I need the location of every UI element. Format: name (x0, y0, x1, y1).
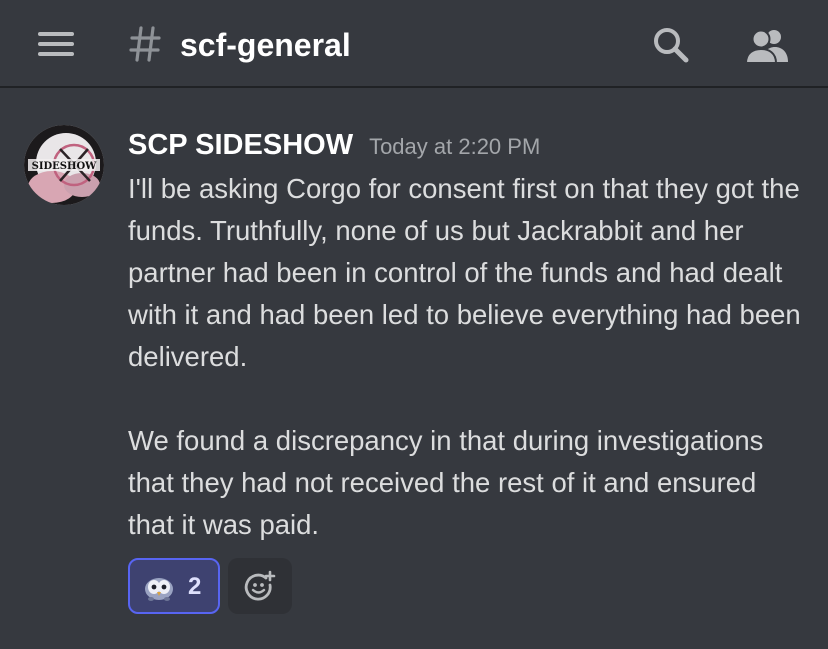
message-timestamp: Today at 2:20 PM (369, 134, 541, 159)
message: SIDESHOW SCP SIDESHOW Today at 2:20 PM I'… (0, 88, 828, 649)
parrot-emoji-icon (145, 578, 173, 601)
channel-name: scf-general (180, 27, 351, 63)
author-name[interactable]: SCP SIDESHOW (128, 129, 353, 161)
avatar-image: SIDESHOW (24, 125, 104, 205)
members-icon[interactable] (744, 26, 790, 64)
avatar[interactable]: SIDESHOW (24, 125, 104, 205)
hamburger-menu-icon[interactable] (38, 32, 74, 56)
message-header: SCP SIDESHOW Today at 2:20 PM (128, 128, 540, 167)
message-content: I'll be asking Corgo for consent first o… (128, 168, 808, 546)
search-icon[interactable] (652, 26, 690, 64)
reaction-parrot[interactable]: 2 (128, 558, 220, 614)
discord-app: scf-general SIDESHOW SCP SIDESHOW Today … (0, 0, 828, 649)
message-paragraph: I'll be asking Corgo for consent first o… (128, 173, 801, 372)
message-paragraph: We found a discrepancy in that during in… (128, 425, 764, 540)
reaction-count: 2 (188, 573, 202, 600)
channel-header: scf-general (0, 0, 828, 88)
avatar-logo-text: SIDESHOW (32, 161, 98, 172)
add-reaction-button[interactable] (228, 558, 292, 614)
hash-icon (129, 26, 161, 62)
add-reaction-icon (244, 570, 276, 601)
